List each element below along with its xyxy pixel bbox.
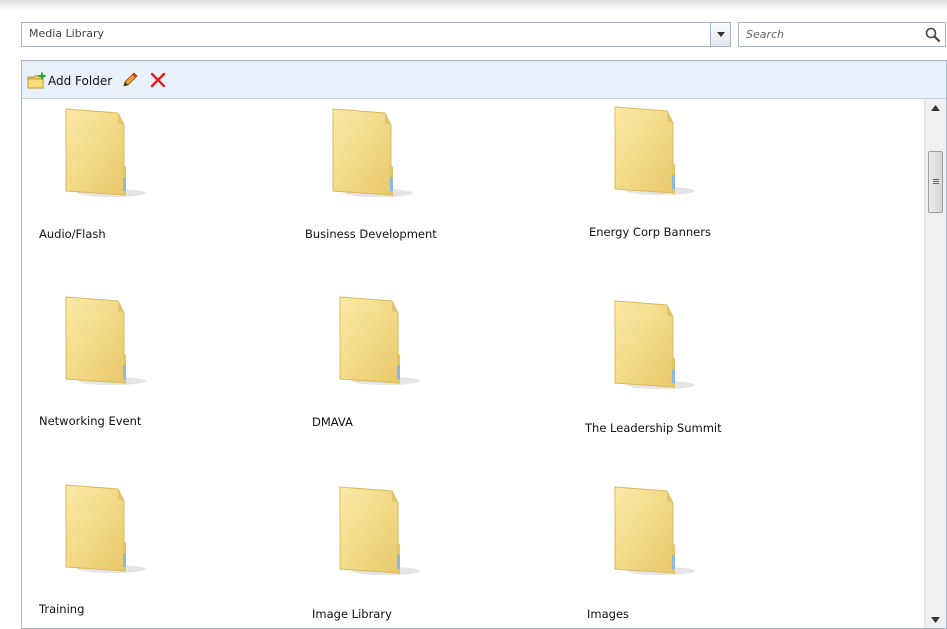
folder-item[interactable] [312,295,532,387]
chevron-down-icon [716,32,725,37]
folder-icon [614,300,695,389]
folder-grid: Audio/Flash Business Development Energy … [22,99,922,629]
folder-icon [65,108,146,197]
folder-label: The Leadership Summit [585,421,722,435]
pencil-icon [123,72,138,87]
scroll-up-button[interactable] [925,99,946,116]
folder-item[interactable] [305,107,525,199]
folder-icon [332,108,413,197]
chevron-up-icon [931,104,940,111]
folder-label: Images [587,607,630,621]
folder-icon [65,484,146,573]
search-box [738,22,946,47]
add-folder-label: Add Folder [48,74,113,88]
folder-icon [614,106,695,195]
folder-label: Networking Event [39,414,142,428]
library-path-combobox[interactable]: Media Library [21,22,731,47]
search-input[interactable] [739,23,919,46]
folder-item[interactable] [587,105,807,197]
folder-item[interactable] [312,485,532,577]
scroll-thumb[interactable] [928,151,943,213]
folder-label: Audio/Flash [39,227,106,241]
vertical-scrollbar[interactable] [924,99,946,628]
folder-icon [65,296,146,385]
magnifier-icon [925,27,941,43]
top-shadow [0,0,947,10]
add-folder-button[interactable]: Add Folder [27,71,112,91]
folder-label: Training [39,602,85,616]
add-folder-icon [27,72,46,89]
folder-icon [339,296,420,385]
folder-item[interactable] [587,485,807,577]
folder-item[interactable] [38,295,258,387]
folder-item[interactable] [38,483,258,575]
search-button[interactable] [924,26,942,43]
grip-icon [933,179,939,180]
edit-button[interactable] [121,71,139,89]
media-library-panel: Add Folder Audio/Flash Business Developm… [21,60,947,629]
red-x-icon [150,72,166,88]
toolbar: Add Folder [22,61,946,99]
folder-icon [339,486,420,575]
delete-button[interactable] [150,72,166,88]
chevron-down-icon [931,616,940,623]
scroll-down-button[interactable] [925,611,946,628]
folder-item[interactable] [587,299,807,391]
folder-label: Business Development [305,227,437,241]
folder-label: Image Library [312,607,392,621]
folder-label: Energy Corp Banners [589,225,711,239]
path-dropdown-button[interactable] [710,23,730,46]
library-path-text: Media Library [29,27,104,40]
folder-item[interactable] [38,107,258,199]
folder-label: DMAVA [312,415,353,429]
folder-icon [614,486,695,575]
